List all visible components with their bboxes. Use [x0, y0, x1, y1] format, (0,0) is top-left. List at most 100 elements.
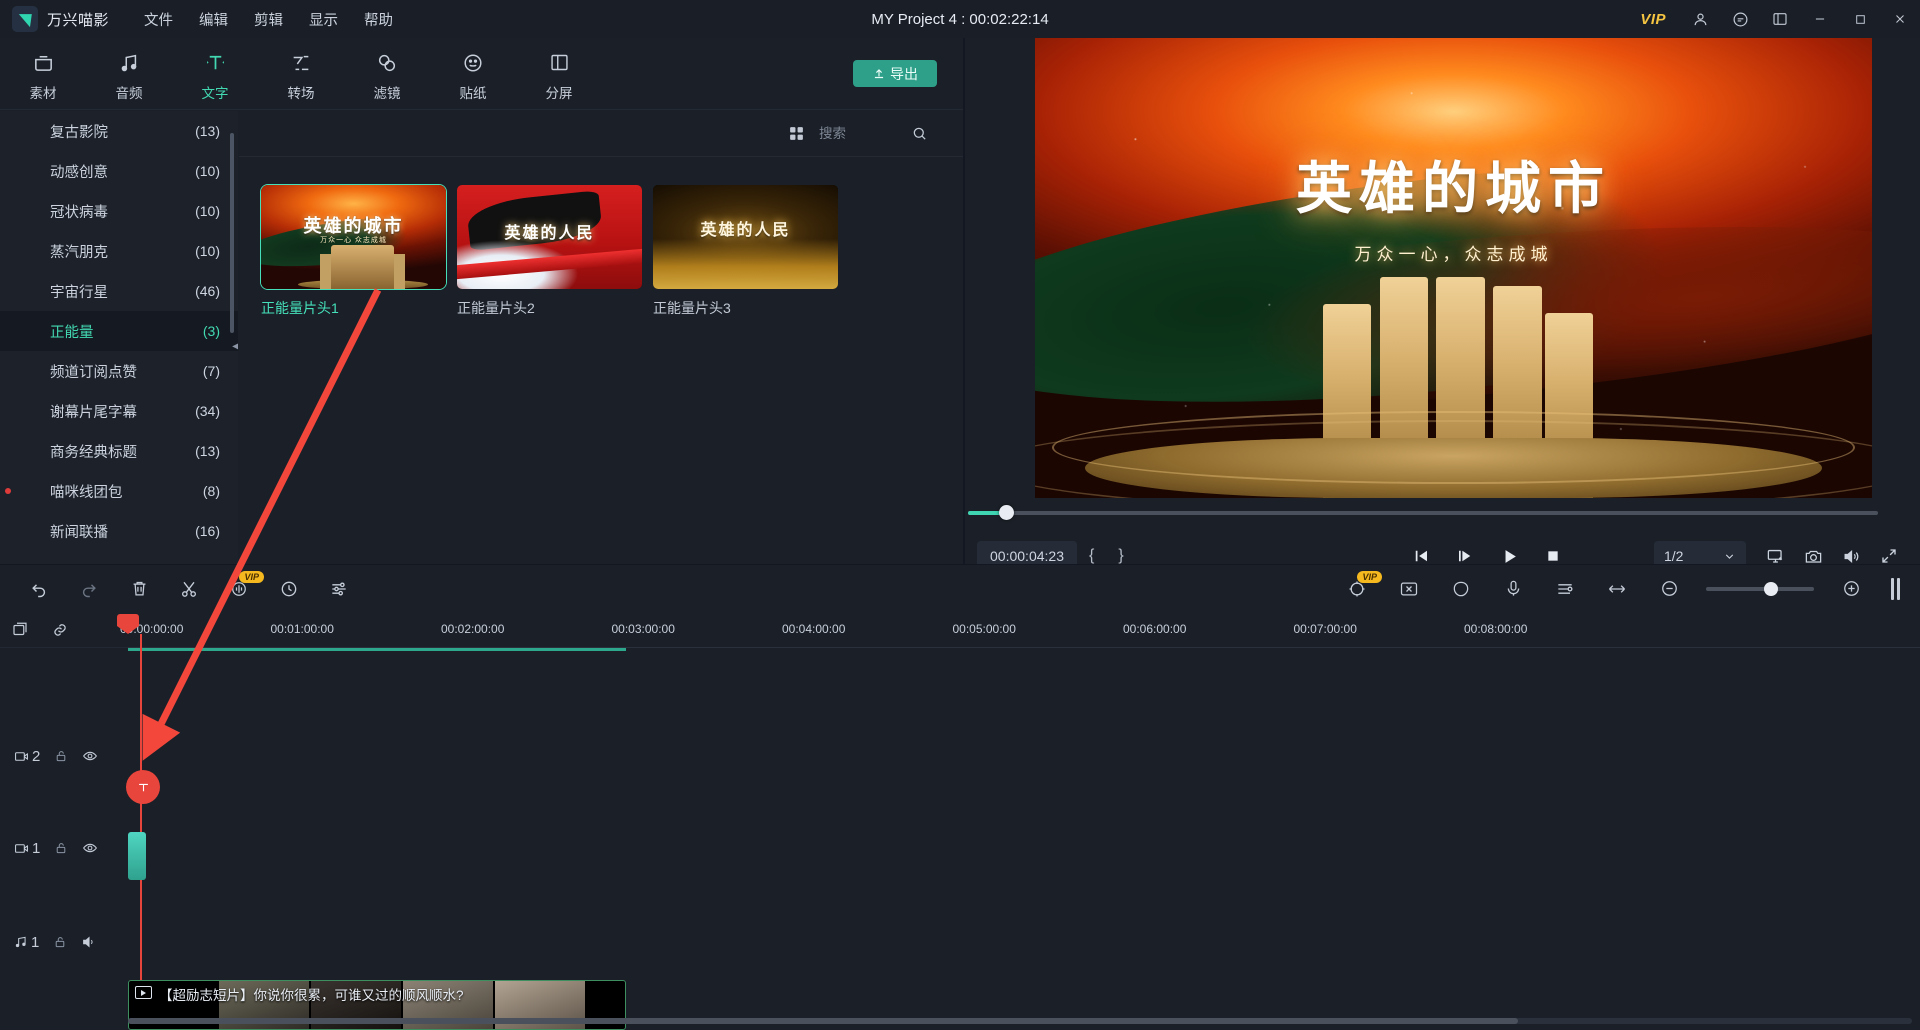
- menu-edit[interactable]: 编辑: [186, 5, 241, 34]
- timeline-ruler[interactable]: 00:00:00:0000:01:00:0000:02:00:0000:03:0…: [128, 612, 1920, 648]
- link-toggle-icon[interactable]: [40, 621, 80, 639]
- sidebar-collapse-icon[interactable]: ◀: [232, 326, 238, 366]
- sidebar-item-9[interactable]: 喵咪线团包(8): [0, 471, 238, 511]
- sidebar-item-5[interactable]: 正能量(3): [0, 311, 238, 351]
- search-box[interactable]: [819, 121, 939, 147]
- eye-icon-2[interactable]: [82, 840, 98, 856]
- voiceover-mic-icon[interactable]: [1488, 565, 1538, 613]
- undo-icon[interactable]: [14, 565, 64, 613]
- sidebar-item-0[interactable]: 复古影院(13): [0, 111, 238, 151]
- tab-text[interactable]: 文字: [172, 46, 258, 102]
- unlock-icon-3[interactable]: [53, 935, 67, 949]
- text-clip-drag-ghost[interactable]: [126, 770, 160, 804]
- tab-media[interactable]: 素材: [0, 46, 86, 102]
- preview-scrubber[interactable]: [965, 504, 1920, 522]
- template-thumbnail[interactable]: 英雄的人民: [457, 185, 642, 289]
- zoom-in-icon[interactable]: [1826, 565, 1876, 613]
- search-input[interactable]: [819, 126, 905, 141]
- sidebar-item-count: (13): [195, 443, 220, 459]
- template-cell-2[interactable]: 英雄的人民正能量片头3: [653, 185, 838, 318]
- template-thumbnail[interactable]: 英雄的城市万众一心 众志成城: [261, 185, 446, 289]
- music-note-icon: [118, 50, 140, 76]
- track-header-video1[interactable]: 1: [0, 840, 128, 857]
- vip-badge[interactable]: VIP: [1640, 11, 1666, 28]
- sidebar-item-8[interactable]: 商务经典标题(13): [0, 431, 238, 471]
- speaker-icon[interactable]: [81, 934, 97, 950]
- menu-file[interactable]: 文件: [131, 5, 186, 34]
- sidebar-item-1[interactable]: 动感创意(10): [0, 151, 238, 191]
- delete-trash-icon[interactable]: [114, 565, 164, 613]
- layout-icon[interactable]: [1760, 0, 1800, 38]
- timeline-zoom-slider[interactable]: [1706, 587, 1814, 591]
- sidebar-item-3[interactable]: 蒸汽朋克(10): [0, 231, 238, 271]
- zoom-slider-handle[interactable]: [1764, 582, 1778, 596]
- category-sidebar[interactable]: 复古影院(13)动感创意(10)冠状病毒(10)蒸汽朋克(10)宇宙行星(46)…: [0, 111, 238, 568]
- template-thumbnail[interactable]: 英雄的人民: [653, 185, 838, 289]
- tab-sticker[interactable]: 贴纸: [430, 46, 516, 102]
- sidebar-scrollbar[interactable]: [230, 133, 234, 333]
- menu-view[interactable]: 显示: [296, 5, 351, 34]
- sidebar-item-7[interactable]: 谢幕片尾字幕(34): [0, 391, 238, 431]
- export-button[interactable]: 导出: [853, 60, 937, 87]
- tab-filter[interactable]: 滤镜: [344, 46, 430, 102]
- eye-icon[interactable]: [82, 748, 98, 764]
- tab-split-label: 分屏: [546, 82, 573, 102]
- vip-tag: VIP: [239, 571, 264, 583]
- app-logo-icon: ◥: [12, 6, 38, 32]
- mark-out-button[interactable]: }: [1106, 547, 1135, 565]
- audio-detach-icon[interactable]: VIP: [214, 565, 264, 613]
- tab-audio[interactable]: 音频: [86, 46, 172, 102]
- sidebar-item-count: (34): [195, 403, 220, 419]
- video-preview[interactable]: 英雄的城市 万众一心，众志成城: [1035, 38, 1872, 498]
- template-cell-1[interactable]: 英雄的人民正能量片头2: [457, 185, 642, 318]
- zoom-out-icon[interactable]: [1644, 565, 1694, 613]
- track-header-audio1[interactable]: 1: [0, 934, 128, 951]
- adjust-sliders-icon[interactable]: [314, 565, 364, 613]
- tab-filter-label: 滤镜: [374, 82, 401, 102]
- menu-clip[interactable]: 剪辑: [241, 5, 296, 34]
- video-clip-title: 【超励志短片】你说你很累，可谁又过的顺风顺水?: [159, 984, 464, 1004]
- next-frame-icon[interactable]: [1456, 547, 1474, 565]
- unlock-icon[interactable]: [54, 749, 68, 763]
- drag-glyph-icon: [136, 780, 151, 795]
- duration-clock-icon[interactable]: [264, 565, 314, 613]
- maximize-icon[interactable]: [1840, 0, 1880, 38]
- stop-icon[interactable]: [1545, 548, 1561, 564]
- green-screen-icon[interactable]: [1384, 565, 1434, 613]
- add-track-icon[interactable]: [0, 621, 40, 639]
- panel-toggle-icon[interactable]: [1878, 575, 1912, 603]
- template-cell-0[interactable]: 英雄的城市万众一心 众志成城正能量片头1: [261, 185, 446, 318]
- redo-icon[interactable]: [64, 565, 114, 613]
- audio-mixer-icon[interactable]: [1540, 565, 1590, 613]
- play-icon[interactable]: [1500, 547, 1519, 566]
- unlock-icon-2[interactable]: [54, 841, 68, 855]
- sidebar-item-4[interactable]: 宇宙行星(46): [0, 271, 238, 311]
- motion-tracking-icon[interactable]: VIP: [1332, 565, 1382, 613]
- sidebar-item-6[interactable]: 频道订阅点赞(7): [0, 351, 238, 391]
- sidebar-item-count: (16): [195, 523, 220, 539]
- close-icon[interactable]: [1880, 0, 1920, 38]
- template-grid: 英雄的城市万众一心 众志成城正能量片头1英雄的人民正能量片头2英雄的人民正能量片…: [239, 157, 965, 318]
- minimize-icon[interactable]: [1800, 0, 1840, 38]
- timeline-horizontal-scrollbar[interactable]: [128, 1018, 1912, 1024]
- ruler-tick-3: 00:03:00:00: [612, 622, 675, 636]
- search-icon[interactable]: [911, 125, 928, 142]
- menu-bar: 文件 编辑 剪辑 显示 帮助: [131, 5, 406, 34]
- fit-timeline-icon[interactable]: [1592, 565, 1642, 613]
- sidebar-item-10[interactable]: 新闻联播(16): [0, 511, 238, 551]
- account-icon[interactable]: [1680, 0, 1720, 38]
- menu-help[interactable]: 帮助: [351, 5, 406, 34]
- tab-split-screen[interactable]: 分屏: [516, 46, 602, 102]
- sidebar-item-2[interactable]: 冠状病毒(10): [0, 191, 238, 231]
- mask-icon[interactable]: [1436, 565, 1486, 613]
- tab-transition[interactable]: 转场: [258, 46, 344, 102]
- split-scissors-icon[interactable]: [164, 565, 214, 613]
- message-icon[interactable]: [1720, 0, 1760, 38]
- prev-frame-icon[interactable]: [1412, 547, 1430, 565]
- mark-in-button[interactable]: {: [1077, 547, 1106, 565]
- track-header-video2[interactable]: 2: [0, 748, 128, 765]
- chevron-down-icon[interactable]: [1723, 550, 1736, 563]
- scrubber-handle[interactable]: [999, 505, 1014, 520]
- export-label: 导出: [890, 64, 918, 84]
- grid-view-icon[interactable]: [788, 125, 805, 142]
